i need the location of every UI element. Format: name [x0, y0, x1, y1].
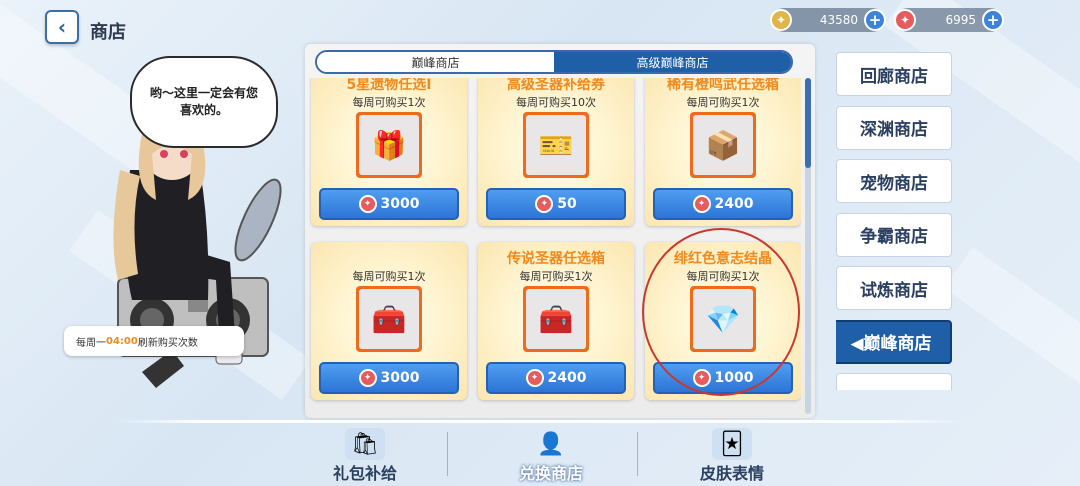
currency-gold: ✦ 43580 + [770, 8, 886, 32]
item-limit: 每周可购买10次 [516, 96, 596, 109]
nav-pet-shop[interactable]: 宠物商店 [836, 159, 952, 203]
skin-emote-button[interactable]: 🃏 皮肤表情 [652, 428, 812, 484]
exchange-shop-label: 兑换商店 [518, 464, 583, 483]
red-gem-icon: ✦ [525, 369, 544, 387]
red-gem-icon: ✦ [358, 195, 377, 213]
buy-button[interactable]: ✦ 2400 [653, 188, 793, 220]
item-limit: 每周可购买1次 [352, 96, 426, 109]
shop-item-card[interactable]: 稀有橙鸣武任选箱 每周可购买1次 📦 ✦ 2400 [645, 78, 801, 226]
red-gem-icon: ✦ [692, 195, 711, 213]
nav-peak-shop[interactable]: ◀巅峰商店 [836, 319, 952, 364]
item-scrollbar[interactable] [805, 78, 811, 414]
exchange-shop-button[interactable]: 👤 兑换商店 [471, 428, 631, 484]
bottom-divider-line [115, 420, 965, 423]
item-name: 稀有橙鸣武任选箱 [667, 78, 779, 93]
weapon-box-icon: 📦 [693, 115, 753, 175]
red-gem-icon: ✦ [894, 9, 916, 31]
shop-item-card[interactable]: 高级圣器补给券 每周可购买10次 🎫 ✦ 50 [478, 78, 634, 226]
item-limit: 每周可购买1次 [686, 96, 760, 109]
refresh-notice: 每周一 04:00 刷新购买次数 [64, 326, 244, 356]
item-limit: 每周可购买1次 [519, 270, 593, 283]
scroll-thumb[interactable] [805, 78, 811, 168]
blue-chest-icon: 🧰 [526, 289, 586, 349]
shop-tabs: 巅峰商店 高级巅峰商店 [315, 50, 793, 74]
buy-button[interactable]: ✦ 50 [486, 188, 626, 220]
tab-advanced-peak-shop[interactable]: 高级巅峰商店 [554, 52, 791, 72]
bottom-divider [447, 432, 448, 476]
item-price: 2400 [547, 370, 587, 386]
blue-chest-icon: 🧰 [359, 289, 419, 349]
add-gold-button[interactable]: + [864, 9, 886, 31]
item-price: 3000 [380, 370, 420, 386]
speech-bubble: 哟～这里一定会有您喜欢的。 [130, 56, 278, 148]
shop-item-card[interactable]: 5星遗物任选Ⅰ 每周可购买1次 🎁 ✦ 3000 [311, 78, 467, 226]
nav-abyss-shop[interactable]: 深渊商店 [836, 105, 952, 150]
gift-supply-button[interactable]: 🛍 礼包补给 [285, 428, 445, 484]
item-name: 高级圣器补给券 [507, 78, 605, 93]
refresh-suffix: 刷新购买次数 [137, 337, 198, 349]
item-price: 50 [557, 196, 577, 212]
item-price: 3000 [380, 196, 420, 212]
bottom-divider [637, 432, 638, 476]
item-name: 5星遗物任选Ⅰ [346, 78, 432, 93]
highlight-circle [642, 228, 800, 396]
skin-emote-icon: 🃏 [712, 428, 752, 460]
nav-more-shop[interactable] [836, 373, 952, 390]
gift-supply-icon: 🛍 [345, 428, 385, 460]
ticket-icon: 🎫 [526, 115, 586, 175]
shopkeeper-character: 哟～这里一定会有您喜欢的。 [60, 50, 300, 410]
nav-corridor-shop[interactable]: 回廊商店 [836, 52, 952, 96]
gold-amount: 43580 [819, 13, 858, 27]
add-gem-button[interactable]: + [982, 9, 1004, 31]
shop-item-card[interactable]: 每周可购买1次 🧰 ✦ 3000 [311, 242, 467, 400]
skin-emote-label: 皮肤表情 [699, 464, 764, 483]
item-price: 2400 [714, 196, 754, 212]
buy-button[interactable]: ✦ 3000 [319, 362, 459, 394]
page-title: 商店 [90, 22, 126, 43]
back-button[interactable]: ‹ [45, 10, 79, 44]
buy-button[interactable]: ✦ 3000 [319, 188, 459, 220]
red-gem-icon: ✦ [358, 369, 377, 387]
item-name: 传说圣器任选箱 [507, 251, 605, 267]
gold-coin-icon: ✦ [770, 9, 792, 31]
refresh-prefix: 每周一 [76, 337, 106, 349]
bottom-bar: 🛍 礼包补给 👤 兑换商店 🃏 皮肤表情 [115, 420, 965, 486]
currency-gem: ✦ 6995 + [894, 8, 1004, 32]
buy-button[interactable]: ✦ 2400 [486, 362, 626, 394]
gift-supply-label: 礼包补给 [332, 464, 397, 483]
shop-nav: 回廊商店 深渊商店 宠物商店 争霸商店 试炼商店 ◀巅峰商店 [836, 52, 952, 390]
relic-box-icon: 🎁 [359, 115, 419, 175]
back-arrow-icon: ‹ [57, 15, 67, 39]
nav-contest-shop[interactable]: 争霸商店 [836, 212, 952, 257]
shop-item-card[interactable]: 传说圣器任选箱 每周可购买1次 🧰 ✦ 2400 [478, 242, 634, 400]
refresh-time: 04:00 [106, 335, 138, 347]
item-limit: 每周可购买1次 [352, 270, 426, 283]
red-gem-icon: ✦ [535, 195, 554, 213]
tab-peak-shop[interactable]: 巅峰商店 [317, 52, 554, 72]
gem-amount: 6995 [945, 13, 976, 27]
exchange-shop-icon: 👤 [537, 431, 565, 457]
nav-trial-shop[interactable]: 试炼商店 [836, 266, 952, 310]
